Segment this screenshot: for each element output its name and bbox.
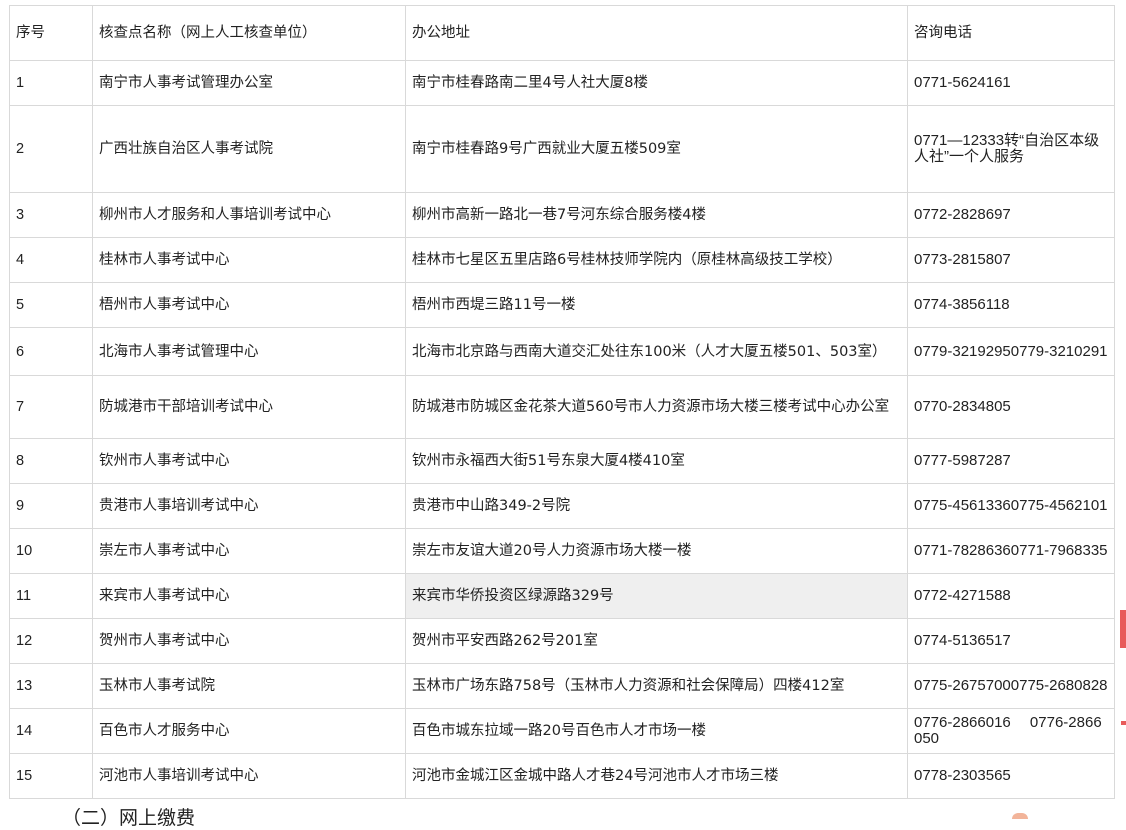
row-name: 梧州市人事考试中心 xyxy=(92,282,406,328)
row-name: 防城港市干部培训考试中心 xyxy=(92,375,406,439)
row-address: 钦州市永福西大街51号东泉大厦4楼410室 xyxy=(405,438,908,484)
row-phone: 0772-2828697 xyxy=(907,192,1115,238)
row-no: 13 xyxy=(9,663,93,709)
row-no: 1 xyxy=(9,60,93,106)
edge-marker xyxy=(1121,721,1126,725)
row-no: 12 xyxy=(9,618,93,664)
row-address: 南宁市桂春路南二里4号人社大厦8楼 xyxy=(405,60,908,106)
row-name: 广西壮族自治区人事考试院 xyxy=(92,105,406,193)
row-phone: 0771-5624161 xyxy=(907,60,1115,106)
row-name: 柳州市人才服务和人事培训考试中心 xyxy=(92,192,406,238)
header-name: 核查点名称（网上人工核查单位） xyxy=(92,5,406,61)
header-no: 序号 xyxy=(9,5,93,61)
table-row: 1 南宁市人事考试管理办公室 南宁市桂春路南二里4号人社大厦8楼 0771-56… xyxy=(9,60,1115,106)
table-row: 13 玉林市人事考试院 玉林市广场东路758号（玉林市人力资源和社会保障局）四楼… xyxy=(9,663,1115,709)
table-row: 14 百色市人才服务中心 百色市城东拉域一路20号百色市人才市场一楼 0776-… xyxy=(9,708,1115,754)
edge-marker xyxy=(1120,610,1126,648)
row-no: 4 xyxy=(9,237,93,283)
row-phone: 0779-32192950779-3210291 xyxy=(907,327,1115,376)
row-address: 梧州市西堤三路11号一楼 xyxy=(405,282,908,328)
row-no: 5 xyxy=(9,282,93,328)
row-no: 10 xyxy=(9,528,93,574)
row-name: 百色市人才服务中心 xyxy=(92,708,406,754)
row-address: 玉林市广场东路758号（玉林市人力资源和社会保障局）四楼412室 xyxy=(405,663,908,709)
row-phone: 0770-2834805 xyxy=(907,375,1115,439)
row-name: 河池市人事培训考试中心 xyxy=(92,753,406,799)
row-address: 百色市城东拉域一路20号百色市人才市场一楼 xyxy=(405,708,908,754)
table-row: 7 防城港市干部培训考试中心 防城港市防城区金花茶大道560号市人力资源市场大楼… xyxy=(9,375,1115,439)
row-phone: 0774-3856118 xyxy=(907,282,1115,328)
row-name: 来宾市人事考试中心 xyxy=(92,573,406,619)
row-phone: 0773-2815807 xyxy=(907,237,1115,283)
table-row: 4 桂林市人事考试中心 桂林市七星区五里店路6号桂林技师学院内（原桂林高级技工学… xyxy=(9,237,1115,283)
row-phone: 0777-5987287 xyxy=(907,438,1115,484)
row-address: 南宁市桂春路9号广西就业大厦五楼509室 xyxy=(405,105,908,193)
row-phone: 0778-2303565 xyxy=(907,753,1115,799)
row-no: 7 xyxy=(9,375,93,439)
row-address: 北海市北京路与西南大道交汇处往东100米（人才大厦五楼501、503室） xyxy=(405,327,908,376)
row-no: 2 xyxy=(9,105,93,193)
row-name: 崇左市人事考试中心 xyxy=(92,528,406,574)
row-name: 桂林市人事考试中心 xyxy=(92,237,406,283)
row-address: 桂林市七星区五里店路6号桂林技师学院内（原桂林高级技工学校） xyxy=(405,237,908,283)
row-no: 15 xyxy=(9,753,93,799)
row-phone: 0775-26757000775-2680828 xyxy=(907,663,1115,709)
row-phone: 0771-78286360771-7968335 xyxy=(907,528,1115,574)
table-row: 11 来宾市人事考试中心 来宾市华侨投资区绿源路329号 0772-427158… xyxy=(9,573,1115,619)
row-address: 柳州市高新一路北一巷7号河东综合服务楼4楼 xyxy=(405,192,908,238)
header-phone: 咨询电话 xyxy=(907,5,1115,61)
row-address: 贺州市平安西路262号201室 xyxy=(405,618,908,664)
row-no: 9 xyxy=(9,483,93,529)
table-row: 12 贺州市人事考试中心 贺州市平安西路262号201室 0774-513651… xyxy=(9,618,1115,664)
table-row: 3 柳州市人才服务和人事培训考试中心 柳州市高新一路北一巷7号河东综合服务楼4楼… xyxy=(9,192,1115,238)
verification-points-table: 序号 核查点名称（网上人工核查单位） 办公地址 咨询电话 1 南宁市人事考试管理… xyxy=(9,5,1115,799)
table-row: 2 广西壮族自治区人事考试院 南宁市桂春路9号广西就业大厦五楼509室 0771… xyxy=(9,105,1115,193)
row-no: 11 xyxy=(9,573,93,619)
row-address: 河池市金城江区金城中路人才巷24号河池市人才市场三楼 xyxy=(405,753,908,799)
row-phone: 0776-2866016 0776-2866050 xyxy=(907,708,1115,754)
row-phone: 0774-5136517 xyxy=(907,618,1115,664)
row-phone: 0775-45613360775-4562101 xyxy=(907,483,1115,529)
table-row: 9 贵港市人事培训考试中心 贵港市中山路349-2号院 0775-4561336… xyxy=(9,483,1115,529)
row-name: 贵港市人事培训考试中心 xyxy=(92,483,406,529)
table-row: 8 钦州市人事考试中心 钦州市永福西大街51号东泉大厦4楼410室 0777-5… xyxy=(9,438,1115,484)
row-name: 北海市人事考试管理中心 xyxy=(92,327,406,376)
row-name: 玉林市人事考试院 xyxy=(92,663,406,709)
row-no: 3 xyxy=(9,192,93,238)
corner-decoration xyxy=(1012,813,1028,819)
table-row: 6 北海市人事考试管理中心 北海市北京路与西南大道交汇处往东100米（人才大厦五… xyxy=(9,327,1115,376)
table-row: 15 河池市人事培训考试中心 河池市金城江区金城中路人才巷24号河池市人才市场三… xyxy=(9,753,1115,799)
row-address: 崇左市友谊大道20号人力资源市场大楼一楼 xyxy=(405,528,908,574)
row-no: 6 xyxy=(9,327,93,376)
section-heading: （二）网上缴费 xyxy=(62,807,196,829)
row-phone: 0771—12333转“自治区本级人社”一个人服务 xyxy=(907,105,1115,193)
row-name: 南宁市人事考试管理办公室 xyxy=(92,60,406,106)
row-no: 14 xyxy=(9,708,93,754)
row-phone: 0772-4271588 xyxy=(907,573,1115,619)
row-name: 钦州市人事考试中心 xyxy=(92,438,406,484)
row-address: 来宾市华侨投资区绿源路329号 xyxy=(405,573,908,619)
row-no: 8 xyxy=(9,438,93,484)
header-address: 办公地址 xyxy=(405,5,908,61)
table-row: 10 崇左市人事考试中心 崇左市友谊大道20号人力资源市场大楼一楼 0771-7… xyxy=(9,528,1115,574)
row-name: 贺州市人事考试中心 xyxy=(92,618,406,664)
table-row: 5 梧州市人事考试中心 梧州市西堤三路11号一楼 0774-3856118 xyxy=(9,282,1115,328)
table-header-row: 序号 核查点名称（网上人工核查单位） 办公地址 咨询电话 xyxy=(9,5,1115,61)
row-address: 贵港市中山路349-2号院 xyxy=(405,483,908,529)
row-address: 防城港市防城区金花茶大道560号市人力资源市场大楼三楼考试中心办公室 xyxy=(405,375,908,439)
